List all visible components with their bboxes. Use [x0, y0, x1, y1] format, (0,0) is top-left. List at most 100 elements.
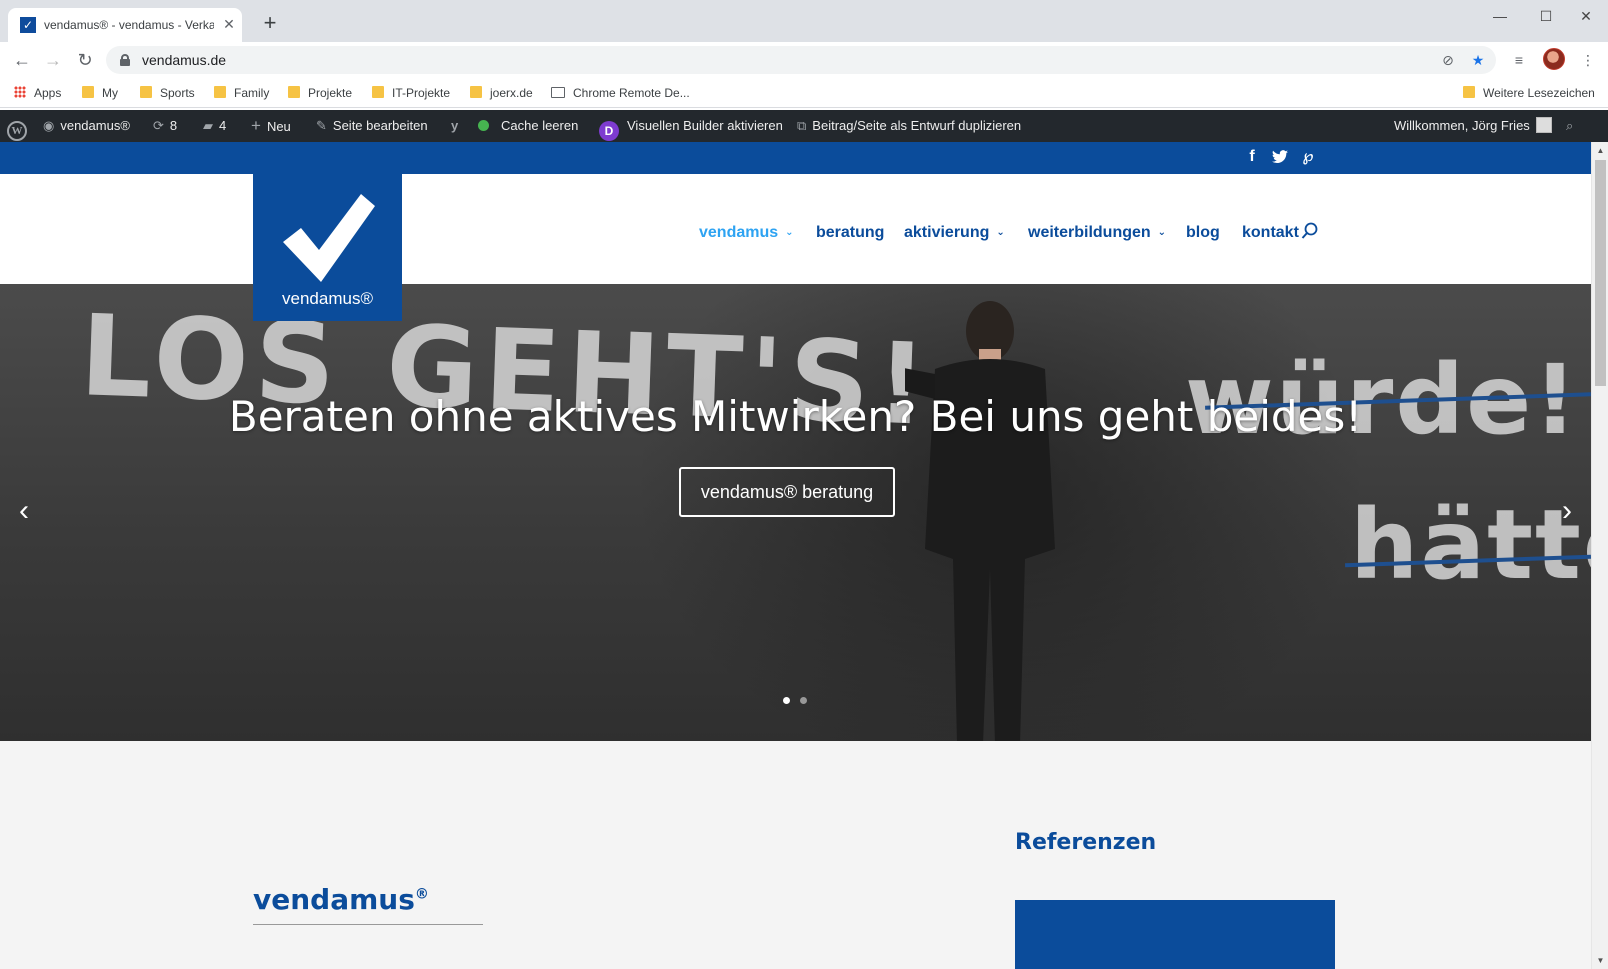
bookmark-label: Family [234, 86, 270, 100]
nav-item-beratung[interactable]: beratung [816, 222, 884, 244]
folder-icon [140, 86, 152, 98]
browser-tab[interactable]: ✓ vendamus® - vendamus - Verkaufsberatun… [8, 8, 242, 42]
search-icon[interactable]: ⌕ [1566, 110, 1573, 142]
bookmark-other[interactable]: Weitere Lesezeichen [1463, 85, 1595, 101]
section-divider [253, 924, 483, 925]
minimize-window-icon[interactable]: — [1477, 4, 1523, 28]
adminbar-my-account[interactable]: Willkommen, Jörg Fries [1394, 110, 1552, 142]
adminbar-visual-builder[interactable]: D Visuellen Builder aktivieren [599, 110, 783, 142]
bookmark-apps[interactable]: Apps [14, 85, 61, 101]
lock-icon [120, 54, 130, 66]
duplicate-label: Beitrag/Seite als Entwurf duplizieren [812, 118, 1022, 133]
address-bar[interactable]: vendamus.de ⊘ ★ [106, 46, 1496, 74]
folder-icon [470, 86, 482, 98]
hero-heading: Beraten ohne aktives Mitwirken? Bei uns … [228, 392, 1363, 441]
edit-page-label: Seite bearbeiten [332, 118, 428, 133]
back-arrow-icon[interactable]: ← [9, 48, 35, 72]
slider-dot-active[interactable] [783, 697, 790, 704]
section-title-text: vendamus [253, 883, 415, 916]
page-scrollbar[interactable]: ▲ ▼ [1591, 142, 1608, 969]
twitter-icon[interactable] [1269, 145, 1291, 169]
wp-logo-menu[interactable]: W [7, 110, 27, 142]
chevron-down-icon: ⌄ [1157, 227, 1167, 238]
adminbar-cache-clear[interactable]: Cache leeren [478, 110, 578, 142]
bookmarks-bar: Apps My Sports Family Projekte IT-Projek… [0, 78, 1608, 108]
bookmark-star-icon[interactable]: ★ [1468, 50, 1488, 70]
pinterest-icon[interactable]: ℘ [1297, 145, 1319, 169]
adminbar-new[interactable]: + Neu [251, 110, 291, 142]
website-viewport: f ℘ vendamus ⌄ beratung aktivierung ⌄ weit… [0, 142, 1591, 969]
scrollbar-thumb[interactable] [1595, 160, 1606, 386]
scroll-up-icon[interactable]: ▲ [1592, 142, 1608, 159]
bookmark-family[interactable]: Family [214, 85, 269, 101]
adminbar-comments[interactable]: ▰ 4 [203, 110, 226, 142]
new-label: Neu [266, 119, 291, 134]
adminbar-duplicate[interactable]: ⧉ Beitrag/Seite als Entwurf duplizieren [797, 110, 1021, 142]
bookmark-label: My [102, 86, 118, 100]
site-name-label: vendamus® [60, 118, 130, 133]
hero-slider: LOS GEHT'S! würde! hätte Beraten ohne ak… [0, 284, 1591, 741]
folder-icon [82, 86, 94, 98]
url-text[interactable]: vendamus.de [142, 52, 226, 68]
site-logo[interactable]: vendamus® [253, 174, 402, 321]
logo-text: vendamus® [282, 289, 373, 308]
nav-item-kontakt[interactable]: kontakt [1242, 222, 1299, 244]
folder-icon [372, 86, 384, 98]
sidebar-title: Referenzen [1015, 830, 1157, 855]
close-window-icon[interactable]: ✕ [1566, 4, 1606, 28]
cache-label: Cache leeren [501, 118, 579, 133]
references-panel [1015, 900, 1335, 969]
nav-label: kontakt [1242, 224, 1299, 241]
chrome-menu-icon[interactable]: ⋮ [1575, 48, 1601, 72]
facebook-icon[interactable]: f [1241, 145, 1263, 169]
browser-toolbar: ← → ↻ vendamus.de ⊘ ★ ≡ ⋮ [0, 42, 1608, 78]
search-icon[interactable] [1301, 222, 1321, 244]
site-header: vendamus ⌄ beratung aktivierung ⌄ weiterbi… [0, 174, 1591, 284]
nav-label: blog [1186, 224, 1220, 241]
slider-next-arrow-icon[interactable]: › [1555, 496, 1579, 526]
comment-icon: ▰ [203, 118, 213, 133]
nav-label: vendamus [699, 224, 779, 241]
bookmark-my[interactable]: My [82, 85, 118, 101]
bookmark-label: Apps [34, 86, 62, 100]
scroll-down-icon[interactable]: ▼ [1592, 952, 1608, 969]
new-tab-button[interactable]: + [258, 12, 282, 36]
nav-item-aktivierung[interactable]: aktivierung ⌄ [904, 222, 1005, 244]
chevron-down-icon: ⌄ [785, 227, 794, 238]
bookmark-joerx[interactable]: joerx.de [470, 85, 533, 101]
folder-icon [1463, 86, 1475, 98]
hero-cta-button[interactable]: vendamus® beratung [679, 467, 895, 517]
bookmark-label: joerx.de [490, 86, 533, 100]
bookmark-projekte[interactable]: Projekte [288, 85, 352, 101]
tab-close-icon[interactable]: ✕ [220, 15, 238, 33]
adminbar-yoast[interactable]: y [451, 110, 464, 142]
adminbar-updates[interactable]: ⟳ 8 [153, 110, 177, 142]
forward-arrow-icon[interactable]: → [40, 48, 66, 72]
section-title: vendamus® [253, 883, 429, 916]
nav-item-weiterbildungen[interactable]: weiterbildungen ⌄ [1028, 222, 1166, 244]
reload-icon[interactable]: ↻ [72, 48, 98, 72]
bookmark-sports[interactable]: Sports [140, 85, 195, 101]
slider-prev-arrow-icon[interactable]: ‹ [12, 496, 36, 526]
media-control-icon[interactable]: ≡ [1506, 48, 1532, 72]
profile-avatar[interactable] [1543, 48, 1565, 70]
adminbar-site-name[interactable]: ◉ vendamus® [43, 110, 130, 142]
pencil-icon: ✎ [316, 118, 327, 133]
yoast-icon: y [451, 118, 459, 133]
adminbar-edit-page[interactable]: ✎ Seite bearbeiten [316, 110, 428, 142]
nav-item-vendamus[interactable]: vendamus ⌄ [699, 222, 794, 244]
browser-tab-strip: ✓ vendamus® - vendamus - Verkaufsberatun… [0, 0, 1608, 42]
nav-item-blog[interactable]: blog [1186, 222, 1220, 244]
bookmark-label: Weitere Lesezeichen [1483, 86, 1595, 100]
plus-icon: + [251, 116, 261, 135]
registered-mark: ® [414, 886, 429, 903]
chevron-down-icon: ⌄ [996, 227, 1005, 238]
translate-blocked-icon[interactable]: ⊘ [1438, 50, 1458, 70]
builder-label: Visuellen Builder aktivieren [627, 118, 783, 133]
site-top-bar: f ℘ [0, 142, 1591, 174]
bookmark-it-projekte[interactable]: IT-Projekte [372, 85, 450, 101]
slider-dot[interactable] [800, 697, 807, 704]
bookmark-label: IT-Projekte [392, 86, 451, 100]
maximize-window-icon[interactable]: ☐ [1523, 4, 1569, 28]
bookmark-chrome-remote-desktop[interactable]: Chrome Remote De... [551, 85, 690, 101]
